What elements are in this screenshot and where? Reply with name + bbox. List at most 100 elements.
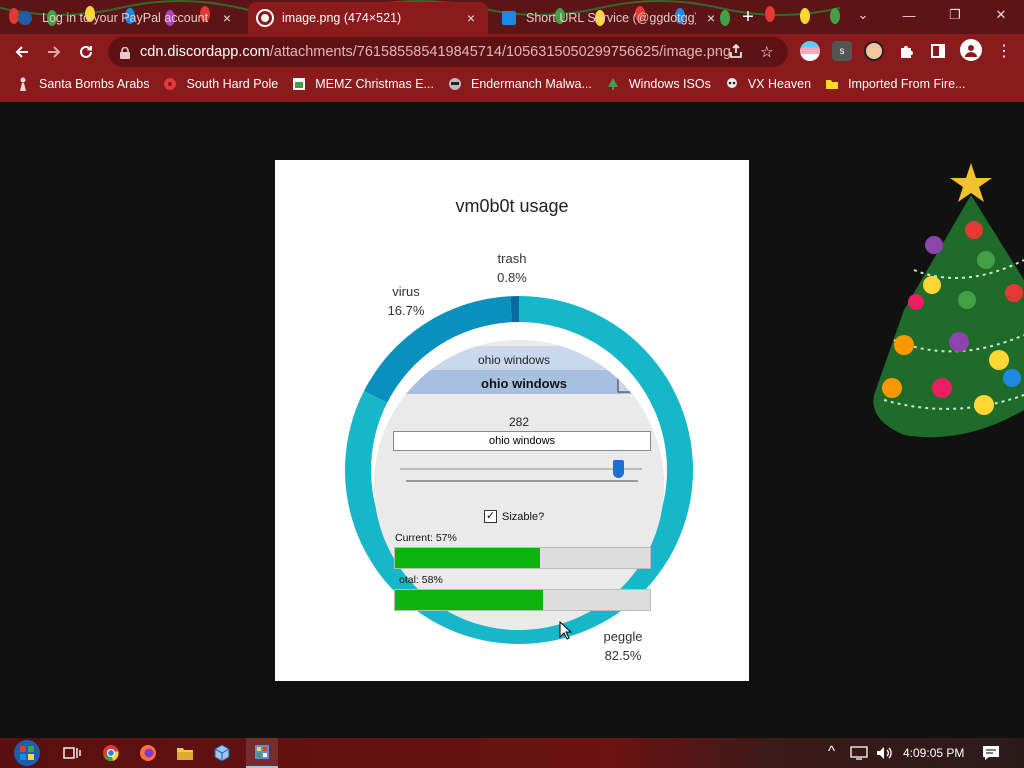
slider-tick-line <box>406 480 638 482</box>
bookmark-label: Imported From Fire... <box>848 77 966 91</box>
app-grid-icon <box>255 745 269 759</box>
close-tab-icon[interactable]: × <box>704 10 718 26</box>
extension-avatar-icon[interactable] <box>864 41 884 61</box>
reload-icon <box>80 45 92 58</box>
sizable-checkbox-row[interactable]: ✓ Sizable? <box>484 510 544 523</box>
taskbar-firefox[interactable] <box>137 742 159 764</box>
windows-logo-icon <box>14 740 40 766</box>
tab-title: image.png (474×521) <box>282 11 402 25</box>
link-favicon-icon <box>502 11 516 25</box>
restore-button[interactable]: ❐ <box>932 0 978 30</box>
forward-arrow-icon <box>48 46 61 58</box>
chrome-icon <box>103 745 119 762</box>
bookmark-vx-heaven[interactable]: VX Heaven <box>725 77 811 91</box>
window-icon <box>293 78 306 90</box>
clock[interactable]: 4:09:05 PM <box>903 746 964 760</box>
minimize-button[interactable]: — <box>886 0 932 30</box>
bookmark-label: Santa Bombs Arabs <box>39 77 150 91</box>
taskbar-virtualbox[interactable] <box>211 742 233 764</box>
tab-short-url[interactable]: Short URL Service (@ggdotgg) × <box>492 2 728 34</box>
tray-chevron-up-icon[interactable]: ^ <box>828 743 835 760</box>
bookmark-endermanch[interactable]: Endermanch Malwa... <box>448 77 592 91</box>
notifications-icon[interactable] <box>982 745 1000 764</box>
new-tab-button[interactable]: + <box>737 6 759 29</box>
bookmark-santa-bombs[interactable]: Santa Bombs Arabs <box>16 77 149 91</box>
start-button[interactable] <box>12 738 42 768</box>
value-readout: 282 <box>508 415 530 429</box>
tab-strip: Log in to your PayPal account × image.pn… <box>0 0 1024 34</box>
raccoon-icon <box>448 78 461 90</box>
back-button[interactable] <box>10 40 34 64</box>
task-view-icon <box>63 747 81 759</box>
slider-track <box>400 468 642 470</box>
checkbox-label: Sizable? <box>502 510 545 523</box>
name-text-field[interactable] <box>393 431 651 451</box>
bookmark-label: MEMZ Christmas E... <box>315 77 434 91</box>
figure-icon <box>20 77 26 91</box>
tab-search-dropdown-icon[interactable]: ⌄ <box>840 0 886 30</box>
chart-image: vm0b0t usage trash 0.8% virus 16.7% pegg… <box>275 160 749 681</box>
volume-icon[interactable] <box>875 745 893 764</box>
forward-button[interactable] <box>42 40 66 64</box>
taskbar: ^ 4:09:05 PM <box>0 738 1024 768</box>
close-tab-icon[interactable]: × <box>464 10 478 26</box>
network-icon[interactable] <box>850 745 868 764</box>
size-slider[interactable] <box>400 460 642 478</box>
paypal-favicon-icon <box>18 11 32 25</box>
bookmark-star-icon[interactable]: ☆ <box>760 43 773 61</box>
tab-title: Log in to your PayPal account <box>42 11 209 25</box>
folder-icon <box>177 748 193 760</box>
current-progress-bar <box>394 547 651 569</box>
embedded-dialog: ohio windows ohio windows 282 ✓ Sizable?… <box>275 160 749 681</box>
extension-s-icon[interactable]: s <box>832 41 852 61</box>
url-path: /attachments/761585585419845714/10563150… <box>269 44 731 60</box>
reload-button[interactable] <box>74 40 98 64</box>
christmas-tree-decoration <box>873 163 1024 438</box>
menu-kebab-icon[interactable]: ⋮ <box>994 41 1014 61</box>
share-icon[interactable] <box>728 43 744 63</box>
bookmark-memz[interactable]: MEMZ Christmas E... <box>292 77 434 91</box>
address-bar[interactable]: cdn.discordapp.com/attachments/761585585… <box>108 37 788 67</box>
taskbar-chrome[interactable] <box>100 742 122 764</box>
total-progress-label: otal: 58% <box>399 574 443 586</box>
profile-avatar-icon[interactable] <box>960 39 982 61</box>
bookmark-imported-folder[interactable]: Imported From Fire... <box>825 77 965 91</box>
red-flower-icon <box>164 78 177 90</box>
bookmark-label: South Hard Pole <box>186 77 279 91</box>
firefox-icon <box>140 745 156 761</box>
slider-thumb[interactable] <box>612 460 624 478</box>
close-window-button[interactable]: ✕ <box>978 0 1024 30</box>
extension-flag-icon[interactable] <box>800 41 820 61</box>
bookmark-south-hard-pole[interactable]: South Hard Pole <box>163 77 278 91</box>
back-arrow-icon <box>15 46 28 58</box>
total-progress-fill <box>395 590 543 610</box>
bookmark-label: Windows ISOs <box>628 77 711 91</box>
globe-favicon-icon <box>258 11 272 25</box>
mouse-cursor-icon <box>559 621 573 640</box>
url-text: cdn.discordapp.com/attachments/761585585… <box>140 44 731 60</box>
current-progress-label: Current: 57% <box>395 532 457 544</box>
lock-icon <box>120 46 130 59</box>
side-panel-icon[interactable] <box>928 41 948 61</box>
task-view-button[interactable] <box>61 742 83 764</box>
dialog-header-small: ohio windows <box>477 353 551 367</box>
tree-icon <box>607 78 618 90</box>
taskbar-active-app[interactable] <box>246 738 278 768</box>
bookmark-windows-isos[interactable]: Windows ISOs <box>606 77 711 91</box>
bookmark-label: Endermanch Malwa... <box>470 77 592 91</box>
total-progress-bar <box>394 589 651 611</box>
checkbox[interactable]: ✓ <box>484 510 497 523</box>
dialog-title: ohio windows <box>481 376 567 391</box>
browser-chrome: Log in to your PayPal account × image.pn… <box>0 0 1024 102</box>
cube-icon <box>214 744 230 762</box>
taskbar-file-explorer[interactable] <box>174 742 196 764</box>
tab-paypal[interactable]: Log in to your PayPal account × <box>8 2 244 34</box>
close-tab-icon[interactable]: × <box>220 10 234 26</box>
skull-icon <box>726 78 737 88</box>
bookmark-label: VX Heaven <box>747 77 812 91</box>
current-progress-fill <box>395 548 541 568</box>
url-host: cdn.discordapp.com <box>140 44 270 60</box>
tab-image[interactable]: image.png (474×521) × <box>248 2 488 34</box>
extensions-puzzle-icon[interactable] <box>896 41 916 61</box>
bookmarks-bar: Santa Bombs Arabs South Hard Pole MEMZ C… <box>0 70 1024 98</box>
